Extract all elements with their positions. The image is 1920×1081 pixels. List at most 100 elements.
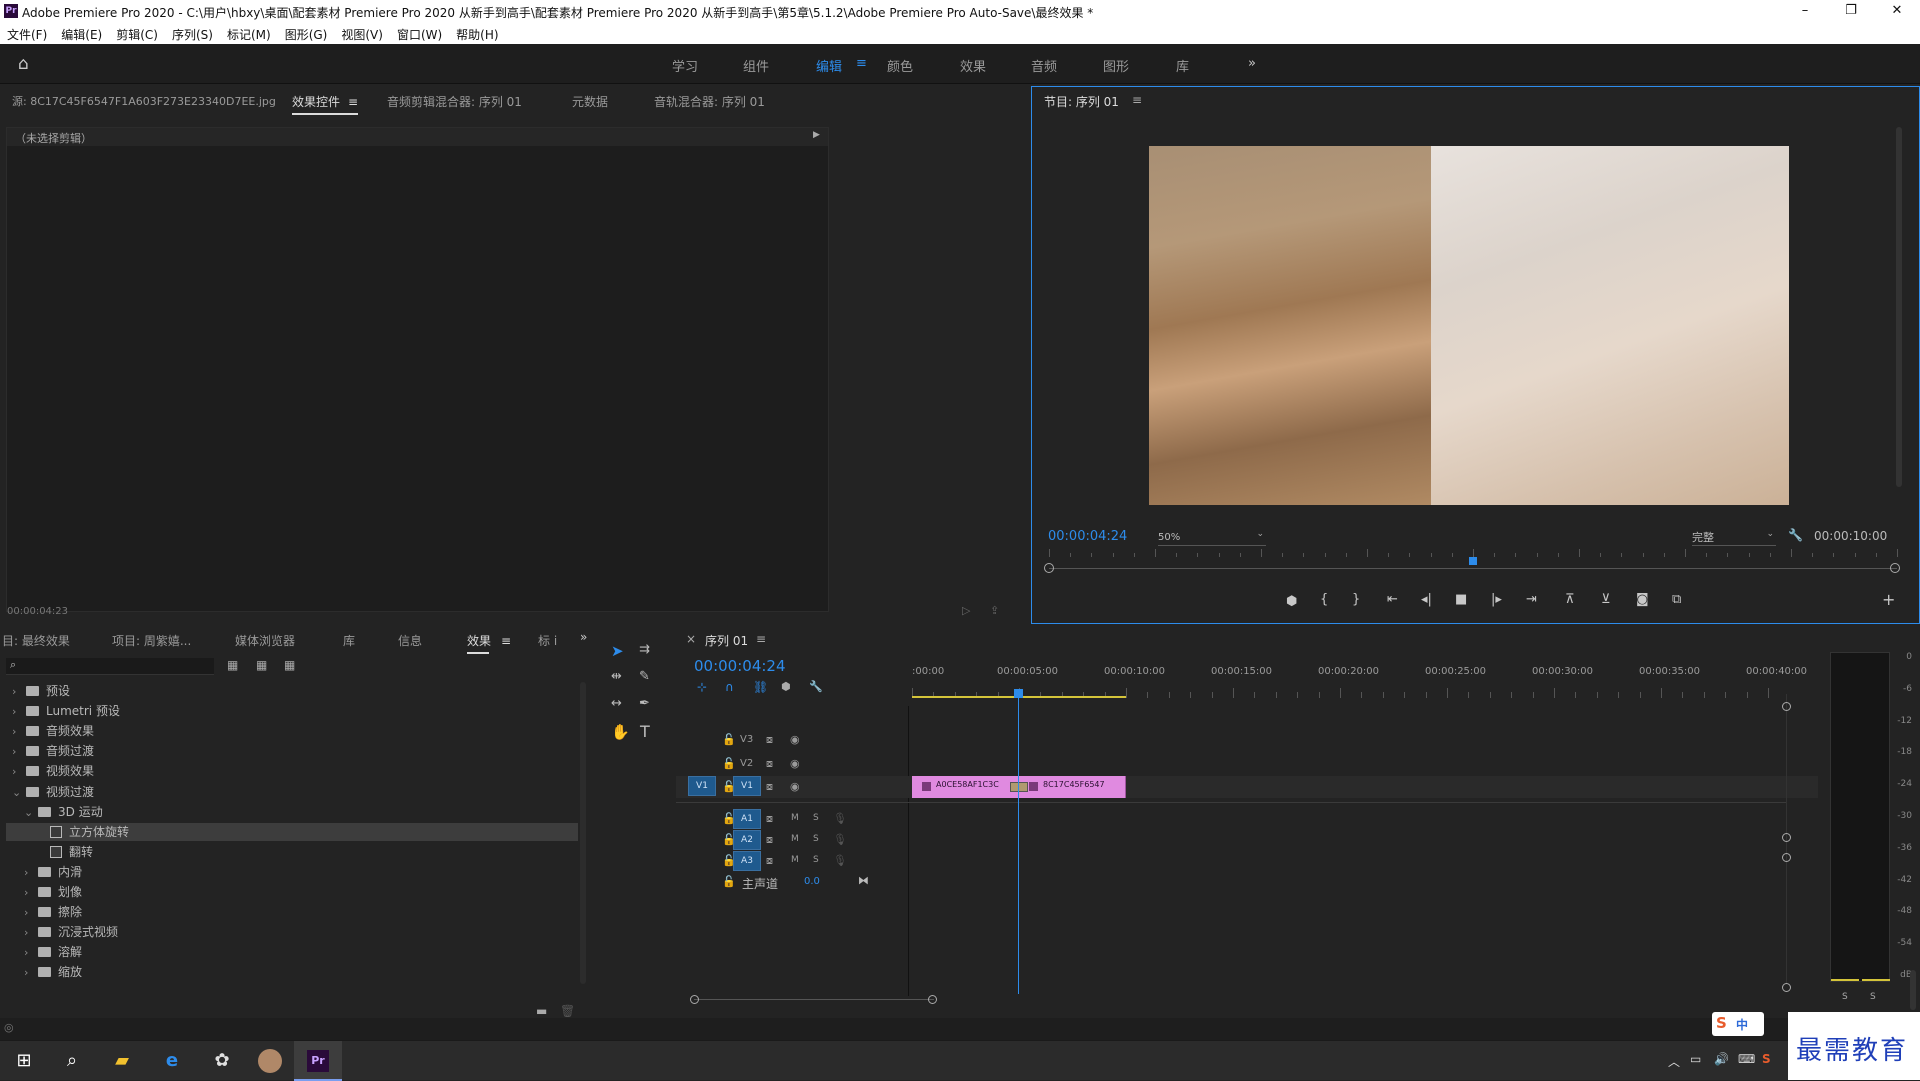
sync-lock-icon[interactable]: ⧇ <box>766 854 773 868</box>
effect-folder[interactable]: › 预设 <box>6 682 578 700</box>
accelerated-effects-icon[interactable]: ▦ <box>227 658 238 672</box>
effects-search-input[interactable]: ⌕ <box>6 658 214 675</box>
track-label[interactable]: A3 <box>733 851 761 871</box>
mark-in-icon[interactable]: { <box>1320 592 1328 607</box>
tab-effects[interactable]: 效果 ≡ <box>467 632 511 654</box>
restore-icon[interactable]: ❐ <box>1828 0 1874 24</box>
effect-folder[interactable]: › 内滑 <box>6 863 578 881</box>
tab-source[interactable]: 源: 8C17C45F6547F1A603F273E23340D7EE.jpg <box>12 93 276 109</box>
minimize-icon[interactable]: – <box>1782 0 1828 24</box>
workspace-libraries[interactable]: 库 <box>1176 56 1189 75</box>
button-editor-icon[interactable]: + <box>1882 590 1895 609</box>
effect-folder[interactable]: › 音频过渡 <box>6 742 578 760</box>
timeline-clip[interactable]: A0CE58AF1C3C <box>912 776 1019 798</box>
workspace-editing[interactable]: 编辑 <box>816 56 842 75</box>
effect-folder[interactable]: › 溶解 <box>6 943 578 961</box>
effect-folder[interactable]: › 音频效果 <box>6 722 578 740</box>
effect-folder[interactable]: › 划像 <box>6 883 578 901</box>
tab-effect-controls[interactable]: 效果控件 ≡ <box>292 93 359 115</box>
pen-tool-icon[interactable]: ✒ <box>639 696 650 711</box>
panel-menu-icon[interactable]: ≡ <box>501 634 511 648</box>
workspace-audio[interactable]: 音频 <box>1031 56 1057 75</box>
hscroll-handle-right[interactable] <box>928 995 937 1004</box>
edge-browser-icon[interactable]: e <box>148 1041 196 1081</box>
bowtie-icon[interactable]: ⧓ <box>858 874 869 887</box>
linked-selection-icon[interactable]: ⛓ <box>753 680 768 694</box>
mute-button[interactable]: M <box>791 813 799 823</box>
sync-lock-icon[interactable]: ⧇ <box>766 780 773 794</box>
extract-icon[interactable]: ⊻ <box>1601 592 1611 607</box>
chevron-right-icon[interactable]: › <box>24 884 38 902</box>
workspace-assembly[interactable]: 组件 <box>743 56 769 75</box>
filter-icon[interactable]: ▷ <box>962 604 970 617</box>
menu-view[interactable]: 视图(V) <box>334 24 390 43</box>
workspace-graphics[interactable]: 图形 <box>1103 56 1129 75</box>
network-icon[interactable]: ▭ <box>1690 1052 1701 1066</box>
sync-lock-icon[interactable]: ⧇ <box>766 757 773 771</box>
razor-tool-icon[interactable]: ✎ <box>639 669 650 684</box>
close-sequence-icon[interactable]: × <box>686 632 696 646</box>
menu-file[interactable]: 文件(F) <box>0 24 54 43</box>
lock-icon[interactable]: 🔓 <box>722 733 736 746</box>
chevron-right-icon[interactable]: › <box>24 864 38 882</box>
comparison-view-icon[interactable]: ⧉ <box>1672 592 1681 607</box>
tab-audio-clip-mixer[interactable]: 音频剪辑混合器: 序列 01 <box>387 93 522 110</box>
menu-help[interactable]: 帮助(H) <box>449 24 505 43</box>
premiere-taskbar-icon[interactable]: Pr <box>294 1041 342 1081</box>
vscroll-handle-mid2[interactable] <box>1782 853 1791 862</box>
quality-select[interactable]: 完整 ⌄ <box>1692 529 1776 546</box>
mute-button[interactable]: M <box>791 855 799 865</box>
sync-lock-icon[interactable]: ⧇ <box>766 812 773 826</box>
effect-item[interactable]: 翻转 <box>6 843 578 861</box>
menu-graphics[interactable]: 图形(G) <box>278 24 335 43</box>
meter-solo-right[interactable]: S <box>1870 992 1876 1002</box>
effect-folder[interactable]: › 擦除 <box>6 903 578 921</box>
new-bin-icon[interactable]: ▬ <box>536 1004 547 1018</box>
tab-info[interactable]: 信息 <box>398 632 422 649</box>
effect-folder[interactable]: › 视频效果 <box>6 762 578 780</box>
export-icon[interactable]: ⇪ <box>990 604 999 617</box>
expand-arrow-icon[interactable]: ▶ <box>813 130 820 140</box>
tab-project-zhou[interactable]: 项目: 周紫嬉... <box>112 632 191 649</box>
microphone-icon[interactable]: 🎙 <box>833 833 847 846</box>
panel-menu-icon[interactable]: ≡ <box>348 95 358 109</box>
eye-icon[interactable]: ◉ <box>790 757 800 770</box>
effect-folder[interactable]: ›页面剥落 <box>6 984 578 985</box>
chevron-right-icon[interactable]: › <box>24 964 38 982</box>
home-icon[interactable]: ⌂ <box>18 54 29 74</box>
workspace-color[interactable]: 颜色 <box>887 56 913 75</box>
vscroll-handle-bottom[interactable] <box>1782 983 1791 992</box>
program-menu-icon[interactable]: ≡ <box>1132 93 1142 107</box>
solo-button[interactable]: S <box>813 813 819 823</box>
workspace-effects[interactable]: 效果 <box>960 56 986 75</box>
avatar-app-icon[interactable] <box>246 1041 294 1081</box>
master-volume[interactable]: 0.0 <box>804 876 820 887</box>
meter-scrollbar[interactable] <box>1910 970 1916 1010</box>
program-playhead[interactable] <box>1469 557 1477 565</box>
chevron-right-icon[interactable]: › <box>12 683 26 701</box>
menu-window[interactable]: 窗口(W) <box>390 24 449 43</box>
program-timecode[interactable]: 00:00:04:24 <box>1048 529 1127 544</box>
lock-icon[interactable]: 🔓 <box>722 875 736 888</box>
track-label[interactable]: V1 <box>733 776 761 796</box>
monitor-scrubber[interactable] <box>1049 568 1897 569</box>
v1-source-patch[interactable]: V1 <box>688 776 716 796</box>
tab-media-browser[interactable]: 媒体浏览器 <box>235 632 295 649</box>
snap-icon[interactable]: ∩ <box>725 680 734 694</box>
timeline-hscroll[interactable] <box>694 999 934 1000</box>
hand-tool-icon[interactable]: ✋ <box>611 723 630 741</box>
monitor-scrollbar[interactable] <box>1896 127 1902 487</box>
app-icon[interactable]: ✿ <box>198 1041 246 1081</box>
timeline-menu-icon[interactable]: ≡ <box>756 632 766 646</box>
timeline-clip[interactable]: 8C17C45F6547 <box>1019 776 1126 798</box>
sync-lock-icon[interactable]: ⧇ <box>766 833 773 847</box>
tab-markers[interactable]: 标 i <box>538 632 557 649</box>
ripple-edit-tool-icon[interactable]: ⇹ <box>611 669 622 684</box>
tray-chevron-icon[interactable]: ︿ <box>1668 1053 1680 1070</box>
volume-icon[interactable]: 🔊 <box>1714 1052 1729 1066</box>
time-ruler[interactable]: :00:00 00:00:05:00 00:00:10:00 00:00:15:00 0… <box>912 666 1807 706</box>
effect-folder[interactable]: ⌄ 视频过渡 <box>6 783 578 801</box>
track-select-tool-icon[interactable]: ⇉ <box>639 642 650 657</box>
chevron-right-icon[interactable]: › <box>12 763 26 781</box>
mark-out-icon[interactable]: } <box>1352 592 1360 607</box>
